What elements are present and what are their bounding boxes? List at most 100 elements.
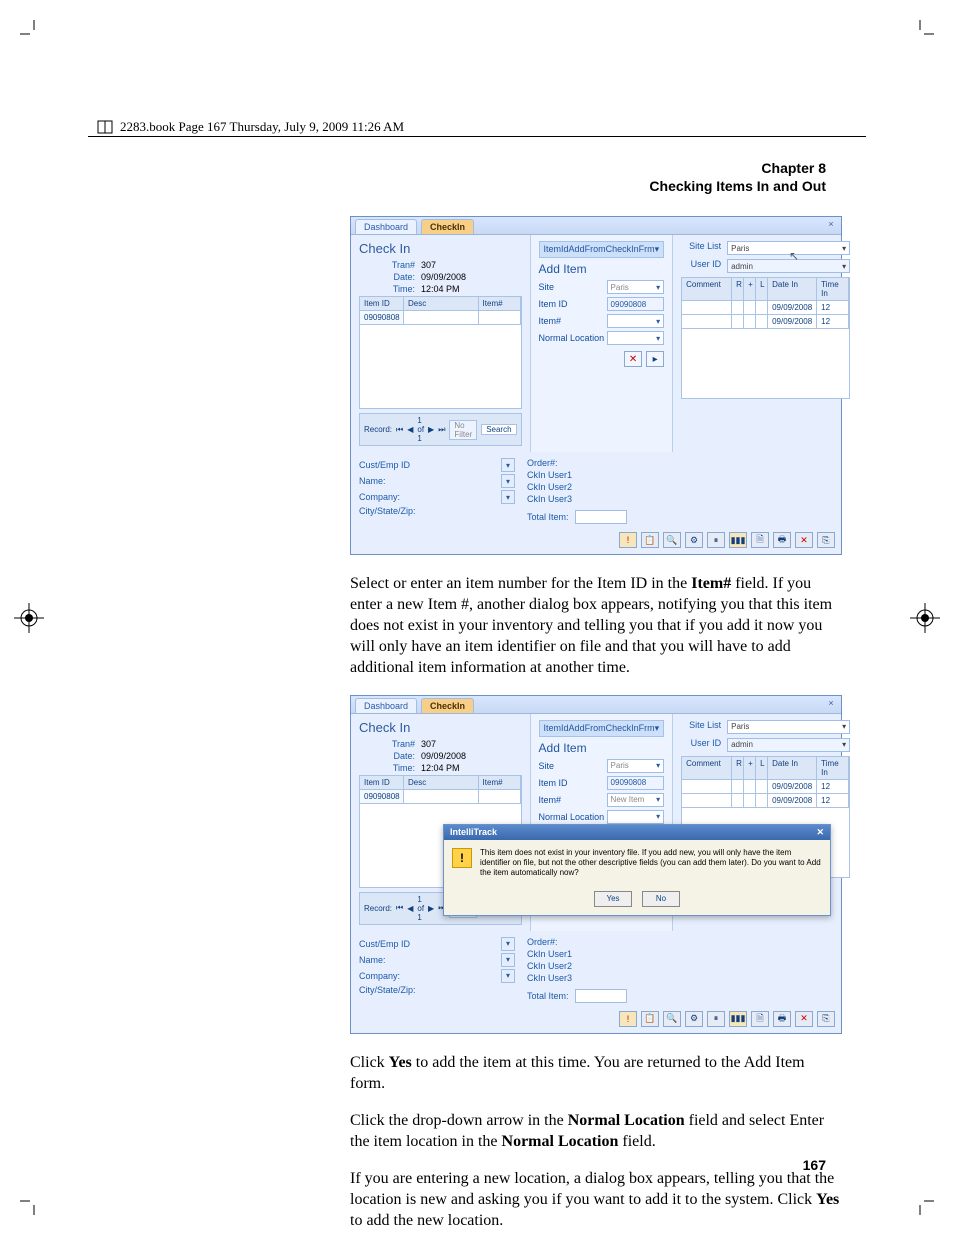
- cell-itemid[interactable]: 09090808: [360, 311, 404, 324]
- delete-icon[interactable]: ✕: [795, 1011, 813, 1027]
- additem-header: Add Item: [539, 262, 665, 276]
- col-plus[interactable]: +: [744, 278, 756, 300]
- cancel-button[interactable]: ✕: [624, 351, 642, 367]
- close-icon[interactable]: ×: [825, 219, 837, 231]
- exit-icon[interactable]: ⎘: [817, 532, 835, 548]
- pager-prev-icon[interactable]: ◀: [407, 425, 413, 434]
- col-r[interactable]: R: [732, 757, 744, 779]
- search-icon[interactable]: 🔍: [663, 532, 681, 548]
- pager-first-icon[interactable]: ⏮: [396, 425, 403, 435]
- page-number: 167: [803, 1157, 826, 1173]
- tab-dashboard[interactable]: Dashboard: [355, 219, 417, 234]
- search-icon[interactable]: 🔍: [663, 1011, 681, 1027]
- body-paragraph-3: Click the drop-down arrow in the Normal …: [350, 1110, 842, 1152]
- col-itemnum[interactable]: Item#: [479, 776, 521, 789]
- user3-label: CkIn User3: [527, 494, 833, 504]
- cell-desc[interactable]: [404, 311, 479, 324]
- col-itemnum[interactable]: Item#: [479, 297, 521, 310]
- print-icon[interactable]: 🖶: [773, 1011, 791, 1027]
- col-l[interactable]: L: [756, 757, 768, 779]
- exit-icon[interactable]: ⎘: [817, 1011, 835, 1027]
- col-datein[interactable]: Date In: [768, 757, 817, 779]
- col-comment[interactable]: Comment: [682, 757, 732, 779]
- preview-icon[interactable]: 🗎: [751, 1011, 769, 1027]
- company-label: Company:: [359, 492, 501, 502]
- cell-itemnum[interactable]: [479, 311, 521, 324]
- pager-record-label: Record:: [364, 904, 392, 913]
- site-input[interactable]: Paris▾: [607, 280, 665, 294]
- pager-search[interactable]: Search: [481, 424, 516, 435]
- yes-button[interactable]: Yes: [594, 891, 632, 907]
- time-value: 12:04 PM: [421, 763, 460, 773]
- col-desc[interactable]: Desc: [404, 776, 479, 789]
- itemid-readonly: 09090808: [607, 297, 665, 311]
- pager-last-icon[interactable]: ⏭: [438, 425, 445, 435]
- cell-desc[interactable]: [404, 790, 479, 803]
- delete-icon[interactable]: ✕: [795, 532, 813, 548]
- normloc-input[interactable]: ▾: [607, 810, 665, 824]
- col-itemid[interactable]: Item ID: [360, 297, 404, 310]
- col-itemid[interactable]: Item ID: [360, 776, 404, 789]
- site-label: Site: [539, 282, 607, 292]
- col-timein[interactable]: Time In: [817, 757, 849, 779]
- cell-itemnum[interactable]: [479, 790, 521, 803]
- site-input[interactable]: Paris▾: [607, 759, 665, 773]
- company-dropdown[interactable]: ▾: [501, 969, 515, 983]
- cell-itemid[interactable]: 09090808: [360, 790, 404, 803]
- sitelist-input[interactable]: Paris▾: [727, 720, 850, 734]
- close-icon[interactable]: ×: [825, 698, 837, 710]
- alert-icon[interactable]: !: [619, 1011, 637, 1027]
- pager-next-icon[interactable]: ▶: [428, 904, 434, 913]
- name-dropdown[interactable]: ▾: [501, 953, 515, 967]
- record-pager[interactable]: Record: ⏮ ◀ 1 of 1 ▶ ⏭ No Filter Search: [359, 413, 522, 446]
- site-label: Site: [539, 761, 607, 771]
- tab-dashboard[interactable]: Dashboard: [355, 698, 417, 713]
- company-dropdown[interactable]: ▾: [501, 490, 515, 504]
- grid-blank-area: ↖: [681, 329, 850, 399]
- clipboard-icon[interactable]: 📋: [641, 1011, 659, 1027]
- gear-icon[interactable]: ⚙: [685, 532, 703, 548]
- col-l[interactable]: L: [756, 278, 768, 300]
- alert-icon[interactable]: !: [619, 532, 637, 548]
- col-datein[interactable]: Date In: [768, 278, 817, 300]
- gear-icon[interactable]: ⚙: [685, 1011, 703, 1027]
- pager-first-icon[interactable]: ⏮: [396, 903, 403, 913]
- col-r[interactable]: R: [732, 278, 744, 300]
- additem-form-title: ItemIdAddFromCheckInFrm: [544, 723, 655, 734]
- tab-checkin[interactable]: CheckIn: [421, 698, 474, 713]
- itemnum-input[interactable]: ▾: [607, 314, 665, 328]
- preview-icon[interactable]: 🗎: [751, 532, 769, 548]
- barcode-icon[interactable]: ▮▮▮: [729, 1011, 747, 1027]
- clipboard-icon[interactable]: 📋: [641, 532, 659, 548]
- userid-readonly: admin▾: [727, 738, 850, 752]
- col-desc[interactable]: Desc: [404, 297, 479, 310]
- chevron-down-icon[interactable]: ▾: [656, 317, 660, 326]
- barcode-icon[interactable]: ▮▮▮: [729, 532, 747, 548]
- user2-label: CkIn User2: [527, 961, 833, 971]
- custemp-dropdown[interactable]: ▾: [501, 458, 515, 472]
- dialog-close-icon[interactable]: ✕: [816, 827, 824, 838]
- pager-next-icon[interactable]: ▶: [428, 425, 434, 434]
- pager-nofilter[interactable]: No Filter: [449, 420, 477, 440]
- print-icon[interactable]: 🖶: [773, 532, 791, 548]
- itemnum-input[interactable]: New Item▾: [607, 793, 665, 807]
- pager-prev-icon[interactable]: ◀: [407, 904, 413, 913]
- chevron-down-icon[interactable]: ▾: [656, 334, 660, 343]
- row-time: 12: [817, 301, 849, 314]
- custemp-dropdown[interactable]: ▾: [501, 937, 515, 951]
- col-comment[interactable]: Comment: [682, 278, 732, 300]
- date-value: 09/09/2008: [421, 751, 466, 761]
- no-button[interactable]: No: [642, 891, 680, 907]
- additem-min-icon[interactable]: ▾: [655, 244, 660, 255]
- pause-icon[interactable]: ⏸: [707, 1011, 725, 1027]
- col-timein[interactable]: Time In: [817, 278, 849, 300]
- proceed-button[interactable]: ▸: [646, 351, 664, 367]
- additem-min-icon[interactable]: ▾: [655, 723, 660, 734]
- col-plus[interactable]: +: [744, 757, 756, 779]
- tab-checkin[interactable]: CheckIn: [421, 219, 474, 234]
- chevron-down-icon[interactable]: ▾: [656, 283, 660, 292]
- chevron-down-icon[interactable]: ▾: [842, 244, 846, 253]
- pause-icon[interactable]: ⏸: [707, 532, 725, 548]
- normloc-input[interactable]: ▾: [607, 331, 665, 345]
- name-dropdown[interactable]: ▾: [501, 474, 515, 488]
